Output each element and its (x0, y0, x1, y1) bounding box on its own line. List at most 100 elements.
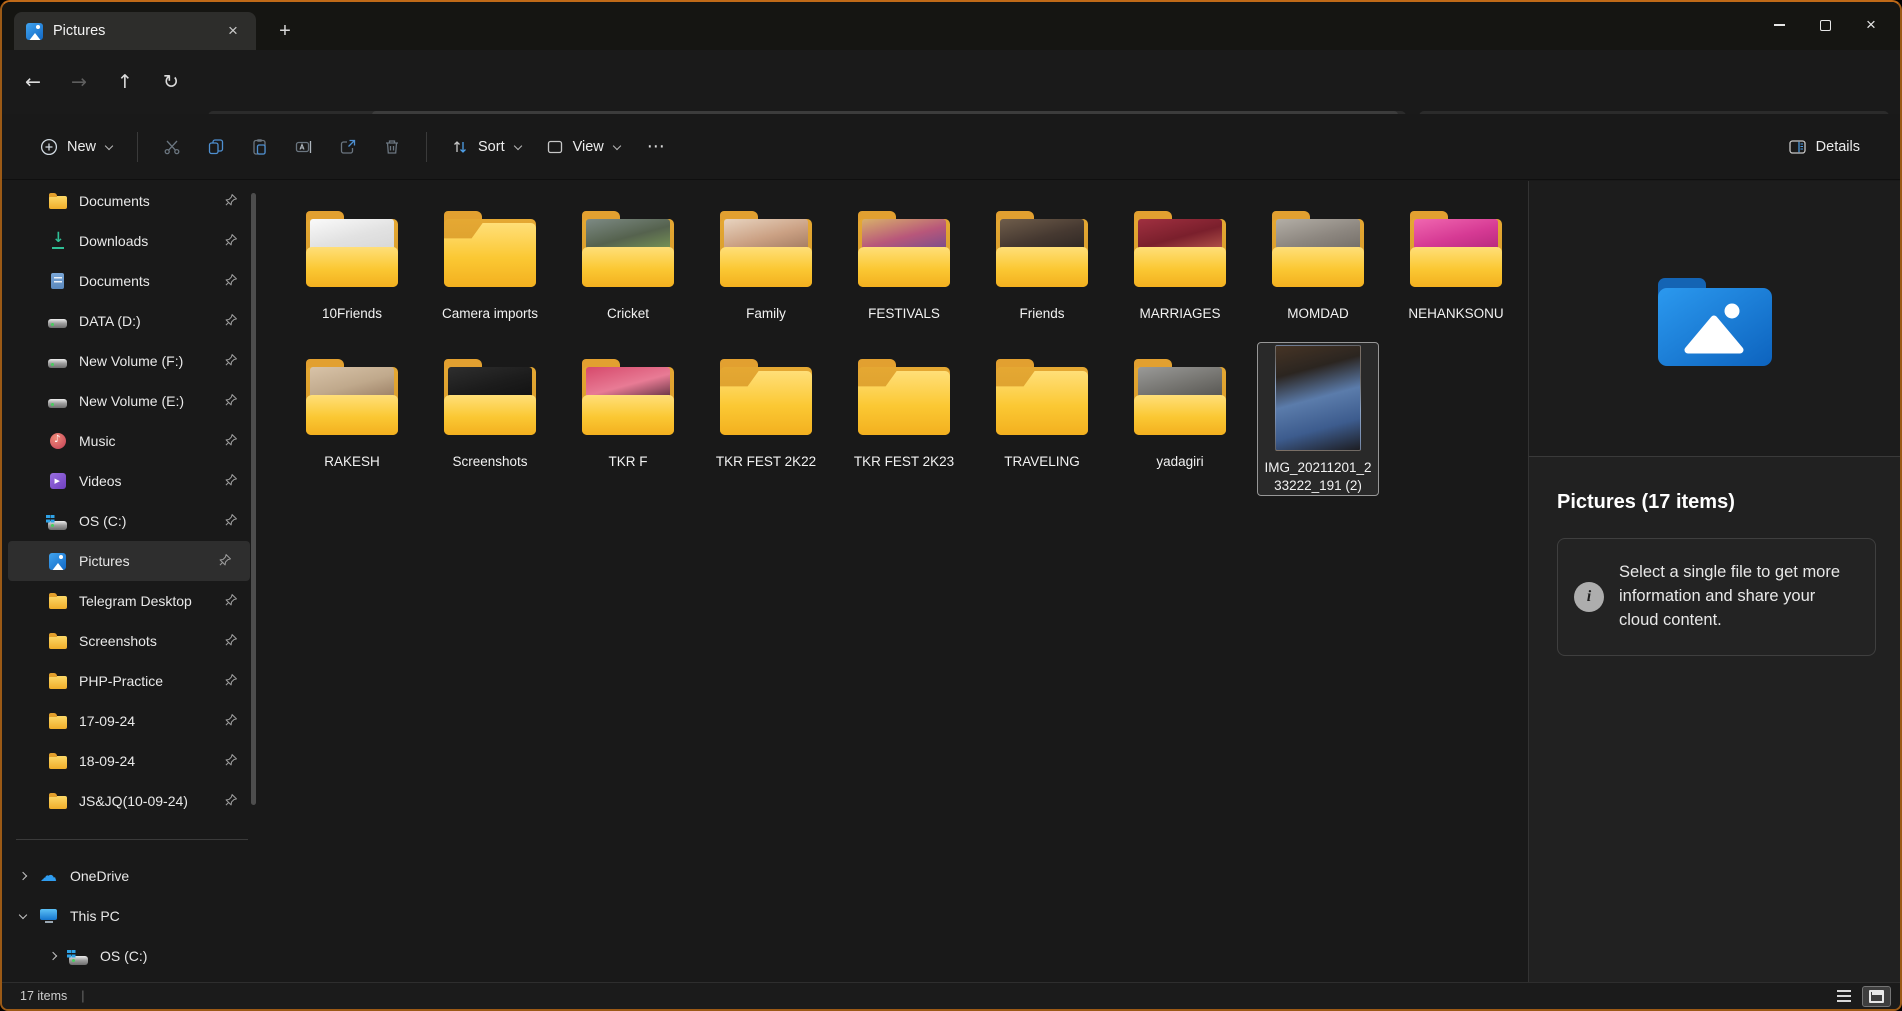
grid-item[interactable]: yadagiri (1120, 343, 1240, 471)
copy-button[interactable] (194, 127, 238, 167)
item-label: 10Friends (322, 305, 382, 323)
toolbar-divider (137, 132, 138, 162)
info-icon: i (1574, 582, 1604, 612)
sidebar-item[interactable]: JS&JQ(10-09-24) (2, 781, 262, 821)
pin-icon (224, 273, 238, 290)
grid-item[interactable]: Screenshots (430, 343, 550, 471)
grid-item[interactable]: FESTIVALS (844, 195, 964, 323)
new-label: New (67, 139, 96, 155)
sidebar-tree-item[interactable]: This PC (2, 896, 262, 936)
folder-front (1134, 395, 1226, 435)
explorer-body: Documents Downloads (2, 181, 1900, 982)
details-title: Pictures (17 items) (1557, 491, 1876, 514)
grid-item[interactable]: TKR F (568, 343, 688, 471)
item-thumbnail (856, 209, 952, 287)
grid-item[interactable]: MARRIAGES (1120, 195, 1240, 323)
item-label: TKR FEST 2K22 (716, 453, 816, 471)
minimize-button[interactable] (1756, 2, 1802, 48)
sidebar-item[interactable]: 18-09-24 (2, 741, 262, 781)
delete-button[interactable] (370, 127, 414, 167)
sidebar-item[interactable]: Videos (2, 461, 262, 501)
sidebar-item[interactable]: PHP-Practice (2, 661, 262, 701)
back-button[interactable]: ← (10, 63, 56, 101)
sort-button[interactable]: Sort (439, 129, 534, 165)
share-button[interactable] (326, 127, 370, 167)
item-thumbnail (856, 357, 952, 435)
grid-item[interactable]: RAKESH (292, 343, 412, 471)
file-grid-area[interactable]: 10Friends Camera imports (262, 181, 1528, 982)
grid-item[interactable]: NEHANKSONU (1396, 195, 1516, 323)
item-count: 17 items (20, 989, 67, 1003)
grid-item[interactable]: TRAVELING (982, 343, 1102, 471)
sidebar-item[interactable]: Downloads (2, 221, 262, 261)
sidebar-scrollbar[interactable] (251, 193, 256, 805)
new-tab-button[interactable]: + (270, 16, 300, 46)
sidebar-item[interactable]: OS (C:) (2, 501, 262, 541)
forward-button[interactable]: → (56, 63, 102, 101)
pictures-folder-icon (1656, 270, 1774, 368)
folder-front (1272, 247, 1364, 287)
sidebar-item-label: New Volume (E:) (79, 393, 184, 409)
sidebar-item[interactable]: Documents (2, 181, 262, 221)
sidebar-item[interactable]: 17-09-24 (2, 701, 262, 741)
thumbnail-view-icon (1869, 990, 1884, 1003)
pin-icon (224, 513, 238, 530)
grid-item[interactable]: TKR FEST 2K23 (844, 343, 964, 471)
item-label: MOMDAD (1287, 305, 1349, 323)
grid-item[interactable]: Camera imports (430, 195, 550, 323)
folder-front (306, 247, 398, 287)
grid-item[interactable]: MOMDAD (1258, 195, 1378, 323)
drive-icon (48, 319, 67, 328)
sidebar-item[interactable]: Documents (2, 261, 262, 301)
item-label: TKR FEST 2K23 (854, 453, 954, 471)
sidebar-item[interactable]: Pictures (8, 541, 250, 581)
pin-icon (218, 553, 232, 570)
sidebar-item-label: OneDrive (70, 868, 129, 884)
view-button[interactable]: View (534, 129, 633, 165)
cloud-icon (40, 868, 57, 885)
folder-icon (49, 796, 67, 809)
sidebar-item-label: New Volume (F:) (79, 353, 183, 369)
item-thumbnail (1132, 209, 1228, 287)
paste-button[interactable] (238, 127, 282, 167)
grid-item[interactable]: 10Friends (292, 195, 412, 323)
sidebar-divider (16, 839, 248, 840)
tab-close-icon[interactable]: × (222, 20, 244, 42)
close-button[interactable]: × (1848, 2, 1894, 48)
sidebar-item[interactable]: Screenshots (2, 621, 262, 661)
pin-icon (224, 793, 238, 810)
new-button[interactable]: New (28, 129, 125, 165)
grid-item[interactable]: Friends (982, 195, 1102, 323)
item-label: Screenshots (452, 453, 527, 471)
up-button[interactable]: ↑ (102, 63, 148, 101)
more-options-button[interactable]: ⋯ (633, 136, 681, 157)
rename-button[interactable] (282, 127, 326, 167)
grid-item[interactable]: TKR FEST 2K22 (706, 343, 826, 471)
grid-item[interactable]: Family (706, 195, 826, 323)
details-pane-button[interactable]: Details (1776, 129, 1872, 165)
chevron-icon[interactable] (18, 870, 30, 882)
sidebar-item[interactable]: Telegram Desktop (2, 581, 262, 621)
sidebar-item[interactable]: DATA (D:) (2, 301, 262, 341)
large-icons-view-button[interactable] (1863, 987, 1890, 1006)
cut-button[interactable] (150, 127, 194, 167)
pin-icon (224, 233, 238, 250)
details-view-button[interactable] (1831, 987, 1857, 1005)
item-thumbnail (442, 209, 538, 287)
sidebar-item[interactable]: New Volume (E:) (2, 381, 262, 421)
chevron-icon[interactable] (48, 950, 60, 962)
tab-pictures[interactable]: Pictures × (14, 12, 256, 50)
folder-icon (49, 676, 67, 689)
maximize-button[interactable] (1802, 2, 1848, 48)
sidebar-tree-item[interactable]: OneDrive (2, 856, 262, 896)
sidebar-item-label: DATA (D:) (79, 313, 141, 329)
grid-item[interactable]: Cricket (568, 195, 688, 323)
grid-item[interactable]: IMG_20211201_233222_191 (2) (1258, 343, 1378, 495)
sidebar-tree-item[interactable]: OS (C:) (2, 936, 262, 976)
item-label: MARRIAGES (1139, 305, 1220, 323)
refresh-button[interactable]: ↻ (148, 63, 194, 101)
sidebar-item[interactable]: New Volume (F:) (2, 341, 262, 381)
chevron-icon[interactable] (18, 910, 30, 922)
sidebar-item[interactable]: Music (2, 421, 262, 461)
view-label: View (573, 139, 604, 155)
